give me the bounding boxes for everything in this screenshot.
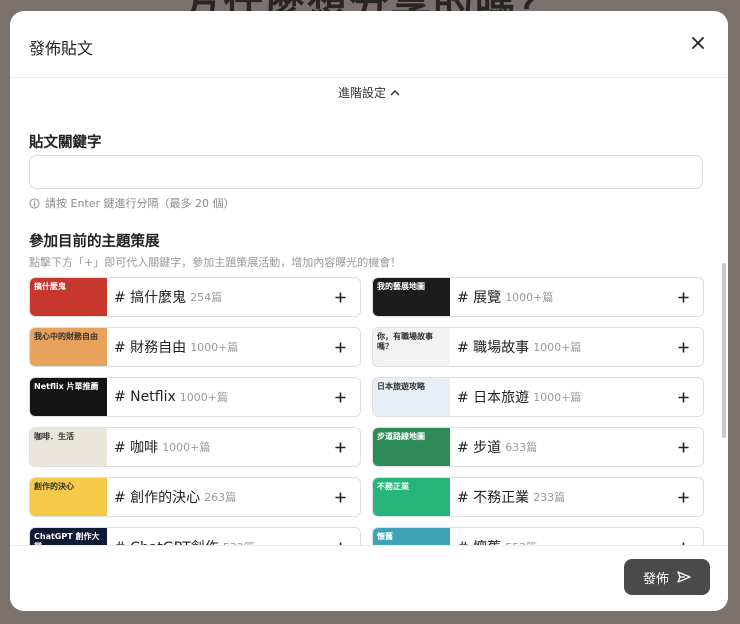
- topic-thumbnail: 步道路線地圖: [373, 428, 450, 466]
- plus-icon: [335, 342, 345, 352]
- topic-card[interactable]: 步道路線地圖 # 步道 633篇: [372, 427, 704, 467]
- topic-thumbnail-text: 懷舊: [377, 532, 393, 541]
- plus-icon: [678, 442, 688, 452]
- add-topic-button[interactable]: [673, 437, 693, 457]
- topic-thumbnail: 日本旅遊攻略: [373, 378, 450, 416]
- add-topic-button[interactable]: [673, 387, 693, 407]
- topic-thumbnail: 我心中的財務自由: [30, 328, 107, 366]
- plus-icon: [335, 442, 345, 452]
- topic-thumbnail-text: 咖啡．生活: [34, 432, 74, 441]
- chevron-up-icon: [390, 89, 400, 96]
- plus-icon: [678, 342, 688, 352]
- topic-card[interactable]: 創作的決心 # 創作的決心 263篇: [29, 477, 361, 517]
- advanced-settings-label: 進階設定: [337, 86, 386, 100]
- topic-post-count: 233篇: [533, 491, 566, 504]
- topic-thumbnail-text: 你，有職場故事嗎？: [377, 332, 433, 351]
- add-topic-button[interactable]: [673, 337, 693, 357]
- topic-thumbnail: ChatGPT 創作大賞: [30, 528, 107, 546]
- add-topic-button[interactable]: [673, 487, 693, 507]
- topic-card[interactable]: 懷舊# 懷舊553篇: [372, 527, 704, 546]
- topic-thumbnail-text: ChatGPT 創作大賞: [34, 532, 100, 546]
- topic-post-count: 1000+篇: [533, 341, 582, 354]
- topic-thumbnail: Netflix 片單推薦: [30, 378, 107, 416]
- topic-label: # 財務自由: [114, 340, 187, 356]
- plus-icon: [678, 492, 688, 502]
- topic-card[interactable]: 我的藝展地圖 # 展覽 1000+篇: [372, 277, 704, 317]
- modal-body[interactable]: 進階設定 貼文關鍵字 請按 Enter 鍵進行分隔（最多 20 個） 參加目前的…: [10, 78, 728, 546]
- plus-icon: [335, 292, 345, 302]
- topic-card[interactable]: 不務正業 # 不務正業 233篇: [372, 477, 704, 517]
- topic-label: # 創作的決心: [114, 490, 201, 506]
- plus-icon: [335, 392, 345, 402]
- keywords-hint-text: 請按 Enter 鍵進行分隔（最多 20 個）: [45, 197, 235, 210]
- add-topic-button[interactable]: [330, 337, 350, 357]
- publish-post-modal: 發佈貼文 進階設定 貼文關鍵字 請按 Enter 鍵進行分隔（最多 20 個） …: [10, 11, 728, 611]
- add-topic-button[interactable]: [330, 387, 350, 407]
- advanced-settings-toggle[interactable]: 進階設定: [10, 84, 728, 101]
- plus-icon: [335, 492, 345, 502]
- keywords-input[interactable]: [29, 155, 703, 189]
- publish-label: 發佈: [642, 571, 669, 587]
- topic-thumbnail: 創作的決心: [30, 478, 107, 516]
- topic-post-count: 1000+篇: [533, 391, 582, 404]
- topic-label: # 職場故事: [457, 340, 530, 356]
- topic-label: # 不務正業: [457, 490, 530, 506]
- topic-thumbnail: 我的藝展地圖: [373, 278, 450, 316]
- topic-label: # 搞什麼鬼: [114, 290, 187, 306]
- keywords-title: 貼文關鍵字: [29, 135, 102, 151]
- topic-thumbnail-text: 日本旅遊攻略: [377, 382, 425, 391]
- topic-thumbnail-text: 不務正業: [377, 482, 409, 491]
- topic-label: # 展覽: [457, 290, 502, 306]
- topic-thumbnail-text: 創作的決心: [34, 482, 74, 491]
- topic-card[interactable]: 搞什麼鬼 # 搞什麼鬼 254篇: [29, 277, 361, 317]
- close-button[interactable]: [686, 31, 710, 55]
- keywords-hint: 請按 Enter 鍵進行分隔（最多 20 個）: [29, 195, 235, 211]
- close-icon: [692, 37, 704, 49]
- topic-label: # 步道: [457, 440, 502, 456]
- send-icon: [677, 571, 691, 583]
- topic-thumbnail-text: 我的藝展地圖: [377, 282, 425, 291]
- add-topic-button[interactable]: [330, 437, 350, 457]
- topic-thumbnail: 不務正業: [373, 478, 450, 516]
- topic-post-count: 254篇: [190, 291, 223, 304]
- topic-post-count: 1000+篇: [162, 441, 211, 454]
- topic-card[interactable]: 你，有職場故事嗎？ # 職場故事 1000+篇: [372, 327, 704, 367]
- add-topic-button[interactable]: [330, 487, 350, 507]
- topic-label: # 日本旅遊: [457, 390, 530, 406]
- topic-label: # Netflix: [114, 389, 176, 405]
- publish-button[interactable]: 發佈: [624, 559, 710, 595]
- topic-thumbnail: 懷舊: [373, 528, 450, 546]
- plus-icon: [678, 392, 688, 402]
- topic-thumbnail: 搞什麼鬼: [30, 278, 107, 316]
- topic-thumbnail: 咖啡．生活: [30, 428, 107, 466]
- modal-footer: 發佈: [10, 545, 728, 611]
- topics-title: 參加目前的主題策展: [29, 234, 160, 250]
- topic-card[interactable]: 日本旅遊攻略 # 日本旅遊 1000+篇: [372, 377, 704, 417]
- topic-thumbnail-text: 我心中的財務自由: [34, 332, 98, 341]
- topic-post-count: 263篇: [204, 491, 237, 504]
- plus-icon: [678, 292, 688, 302]
- scrollbar[interactable]: [722, 263, 726, 438]
- topic-post-count: 1000+篇: [190, 341, 239, 354]
- topic-post-count: 633篇: [505, 441, 538, 454]
- topic-card[interactable]: 我心中的財務自由 # 財務自由 1000+篇: [29, 327, 361, 367]
- add-topic-button[interactable]: [330, 287, 350, 307]
- topic-label: # 咖啡: [114, 440, 159, 456]
- topic-card[interactable]: Netflix 片單推薦 # Netflix 1000+篇: [29, 377, 361, 417]
- topic-post-count: 1000+篇: [505, 291, 554, 304]
- info-icon: [29, 197, 40, 209]
- topics-hint: 點擊下方「+」即可代入關鍵字，參加主題策展活動，增加內容曝光的機會！: [29, 256, 402, 269]
- topic-card[interactable]: ChatGPT 創作大賞# ChatGPT創作532篇: [29, 527, 361, 546]
- topic-thumbnail-text: 搞什麼鬼: [34, 282, 66, 291]
- topic-card[interactable]: 咖啡．生活 # 咖啡 1000+篇: [29, 427, 361, 467]
- topic-thumbnail: 你，有職場故事嗎？: [373, 328, 450, 366]
- topic-thumbnail-text: 步道路線地圖: [377, 432, 425, 441]
- topic-thumbnail-text: Netflix 片單推薦: [34, 382, 99, 391]
- add-topic-button[interactable]: [673, 287, 693, 307]
- topic-grid: 搞什麼鬼 # 搞什麼鬼 254篇 我的藝展地圖 # 展覽 1000+篇 我心中的財務自由 # …: [29, 277, 707, 546]
- modal-title: 發佈貼文: [29, 39, 94, 58]
- modal-header: 發佈貼文: [10, 11, 728, 78]
- topic-post-count: 1000+篇: [179, 391, 228, 404]
